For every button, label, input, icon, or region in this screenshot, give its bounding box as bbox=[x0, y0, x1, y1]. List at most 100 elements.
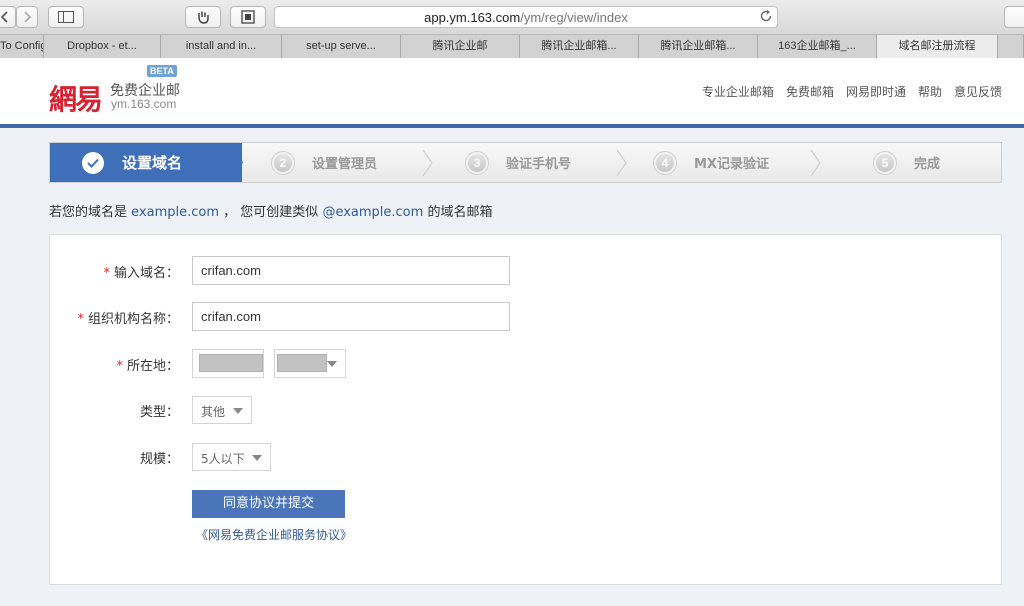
browser-tab[interactable]: To Config bbox=[0, 35, 44, 58]
notice-domain: example.com bbox=[131, 205, 220, 220]
province-value-redacted bbox=[199, 354, 263, 372]
chevron-down-icon bbox=[252, 455, 262, 461]
active-step-arrow bbox=[230, 143, 243, 182]
scale-value: 5人以下 bbox=[201, 452, 245, 466]
browser-tab[interactable]: 163企业邮箱_... bbox=[758, 35, 877, 58]
square-icon bbox=[241, 10, 255, 24]
reload-icon[interactable] bbox=[759, 9, 773, 23]
address-bar[interactable]: app.ym.163.com/ym/reg/view/index bbox=[274, 6, 778, 28]
browser-toolbar: app.ym.163.com/ym/reg/view/index bbox=[0, 0, 1024, 35]
province-select[interactable] bbox=[192, 349, 264, 378]
required-mark: * bbox=[103, 266, 110, 281]
step-5: 5 完成 bbox=[874, 143, 940, 182]
scale-select[interactable]: 5人以下 bbox=[192, 443, 271, 471]
site-header: 網易 BETA 免费企业邮 ym.163.com 专业企业邮箱 免费邮箱 网易即… bbox=[0, 58, 1024, 124]
sidebar-icon bbox=[58, 11, 74, 23]
tab-label: 腾讯企业邮箱... bbox=[541, 40, 617, 52]
back-button[interactable] bbox=[0, 6, 16, 28]
browser-tab[interactable]: set-up serve... bbox=[282, 35, 401, 58]
org-label-text: 组织机构名称： bbox=[87, 312, 179, 327]
chevron-right-icon bbox=[422, 150, 433, 176]
type-value: 其他 bbox=[201, 405, 226, 419]
chevron-down-icon bbox=[233, 408, 243, 414]
url-path: /ym/reg/view/index bbox=[520, 10, 628, 25]
city-value-redacted bbox=[277, 354, 327, 372]
chevron-right-icon bbox=[616, 150, 627, 176]
agree-submit-button[interactable]: 同意协议并提交 bbox=[192, 490, 345, 518]
domain-notice: 若您的域名是 example.com ， 您可创建类似 @example.com… bbox=[49, 201, 492, 220]
url-text: app.ym.163.com/ym/reg/view/index bbox=[275, 10, 777, 25]
required-mark: * bbox=[77, 312, 84, 327]
tab-label: 腾讯企业邮箱... bbox=[660, 40, 736, 52]
forward-button[interactable] bbox=[16, 6, 38, 28]
step-2: 2 设置管理员 bbox=[272, 143, 377, 182]
domain-label-text: 输入域名： bbox=[113, 266, 179, 281]
notice-email: @example.com bbox=[322, 205, 424, 220]
browser-tab[interactable]: Dropbox - et... bbox=[44, 35, 161, 58]
nav-free-mail[interactable]: 免费邮箱 bbox=[786, 83, 834, 100]
step-number: 5 bbox=[874, 151, 896, 174]
sidebar-toggle-button[interactable] bbox=[48, 6, 84, 28]
step-label: 完成 bbox=[914, 157, 941, 172]
domain-input[interactable]: crifan.com bbox=[192, 256, 510, 285]
netease-logo[interactable]: 網易 bbox=[49, 78, 103, 118]
chevron-right-icon bbox=[24, 11, 32, 23]
registration-form: * 输入域名： crifan.com * 组织机构名称： crifan.com * 所… bbox=[49, 234, 1002, 585]
notice-prefix: 若您的域名是 bbox=[49, 205, 128, 220]
url-host: app.ym.163.com bbox=[424, 10, 521, 25]
checkmark-icon bbox=[82, 151, 104, 174]
step-number: 4 bbox=[654, 151, 676, 174]
city-select[interactable] bbox=[274, 349, 346, 378]
step-4: 4 MX记录验证 bbox=[654, 143, 769, 182]
step-label: 设置管理员 bbox=[312, 157, 378, 172]
progress-steps: 设置域名 2 设置管理员 3 验证手机号 4 MX记录验证 5 完成 bbox=[49, 142, 1002, 183]
chevron-down-icon bbox=[327, 361, 337, 367]
type-select[interactable]: 其他 bbox=[192, 396, 252, 424]
tab-bar: To Config Dropbox - et... install and in… bbox=[0, 35, 1024, 58]
browser-tab[interactable]: install and in... bbox=[161, 35, 282, 58]
beta-badge: BETA bbox=[147, 65, 177, 77]
top-nav: 专业企业邮箱 免费邮箱 网易即时通 帮助 意见反馈 bbox=[702, 83, 1002, 100]
step-label: MX记录验证 bbox=[694, 157, 769, 172]
chevron-right-icon bbox=[810, 150, 821, 176]
tab-label: set-up serve... bbox=[306, 40, 376, 52]
chevron-left-icon bbox=[0, 11, 8, 23]
notice-suffix: 的域名邮箱 bbox=[427, 205, 493, 220]
browser-tab[interactable] bbox=[998, 35, 1024, 58]
header-divider bbox=[0, 124, 1024, 128]
nav-enterprise-mail[interactable]: 专业企业邮箱 bbox=[702, 83, 774, 100]
tab-label: install and in... bbox=[185, 40, 257, 52]
tab-label: 腾讯企业邮 bbox=[432, 40, 488, 52]
browser-tab[interactable]: 腾讯企业邮箱... bbox=[639, 35, 758, 58]
product-domain: ym.163.com bbox=[111, 97, 177, 111]
org-label: * 组织机构名称： bbox=[77, 308, 179, 327]
org-name-input[interactable]: crifan.com bbox=[192, 302, 510, 331]
browser-tab[interactable]: 腾讯企业邮 bbox=[401, 35, 520, 58]
step-1: 设置域名 bbox=[82, 143, 182, 182]
browser-tab-active[interactable]: 域名邮注册流程 bbox=[877, 35, 998, 58]
step-3: 3 验证手机号 bbox=[466, 143, 571, 182]
location-label: * 所在地： bbox=[116, 355, 179, 374]
extension-button[interactable] bbox=[185, 6, 221, 28]
tab-label: 域名邮注册流程 bbox=[898, 40, 976, 52]
type-label: 类型： bbox=[139, 405, 179, 420]
share-button[interactable] bbox=[1004, 6, 1024, 28]
step-label: 设置域名 bbox=[122, 154, 183, 172]
location-label-text: 所在地： bbox=[126, 359, 179, 374]
scale-label: 规模： bbox=[139, 452, 179, 467]
browser-tab[interactable]: 腾讯企业邮箱... bbox=[520, 35, 639, 58]
nav-popo[interactable]: 网易即时通 bbox=[846, 83, 906, 100]
tab-label: To Config bbox=[0, 40, 44, 52]
domain-label: * 输入域名： bbox=[103, 262, 179, 281]
hand-icon bbox=[198, 11, 209, 24]
nav-help[interactable]: 帮助 bbox=[918, 83, 942, 100]
tab-label: 163企业邮箱_... bbox=[778, 40, 856, 52]
step-number: 3 bbox=[466, 151, 488, 174]
service-agreement-link[interactable]: 《网易免费企业邮服务协议》 bbox=[196, 526, 352, 543]
reader-button[interactable] bbox=[230, 6, 266, 28]
tab-label: Dropbox - et... bbox=[67, 40, 137, 52]
nav-feedback[interactable]: 意见反馈 bbox=[954, 83, 1002, 100]
step-label: 验证手机号 bbox=[506, 157, 572, 172]
step-number: 2 bbox=[272, 151, 294, 174]
required-mark: * bbox=[116, 359, 123, 374]
